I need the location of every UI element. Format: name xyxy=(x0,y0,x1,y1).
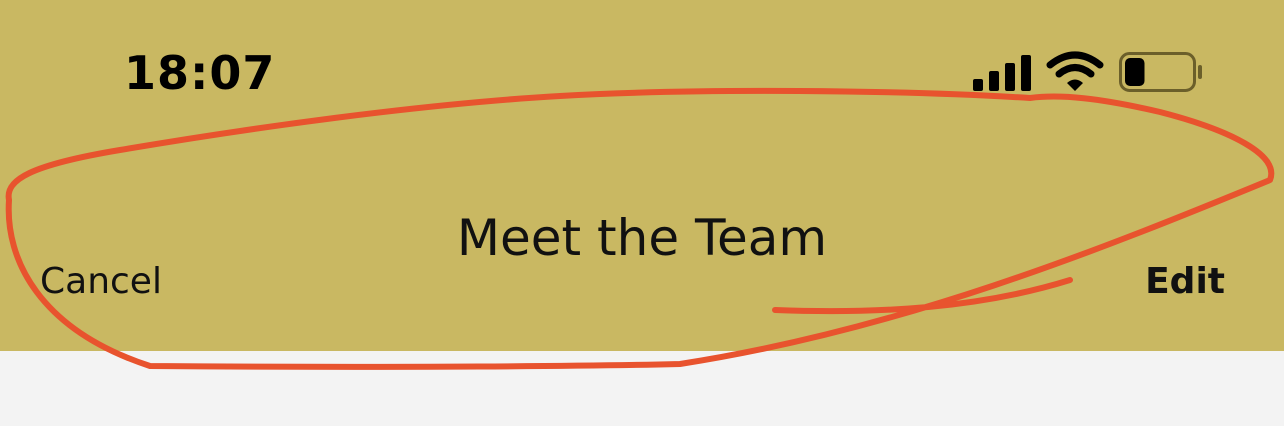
battery-level-fill xyxy=(1125,58,1145,86)
content-area xyxy=(0,351,1284,426)
status-time: 18:07 xyxy=(124,46,276,100)
battery-icon xyxy=(1119,52,1202,92)
cancel-button[interactable]: Cancel xyxy=(40,259,162,305)
cellular-signal-icon xyxy=(973,55,1031,91)
wifi-icon xyxy=(1046,51,1104,91)
edit-button[interactable]: Edit xyxy=(1145,259,1225,305)
page-title: Meet the Team xyxy=(456,209,828,267)
